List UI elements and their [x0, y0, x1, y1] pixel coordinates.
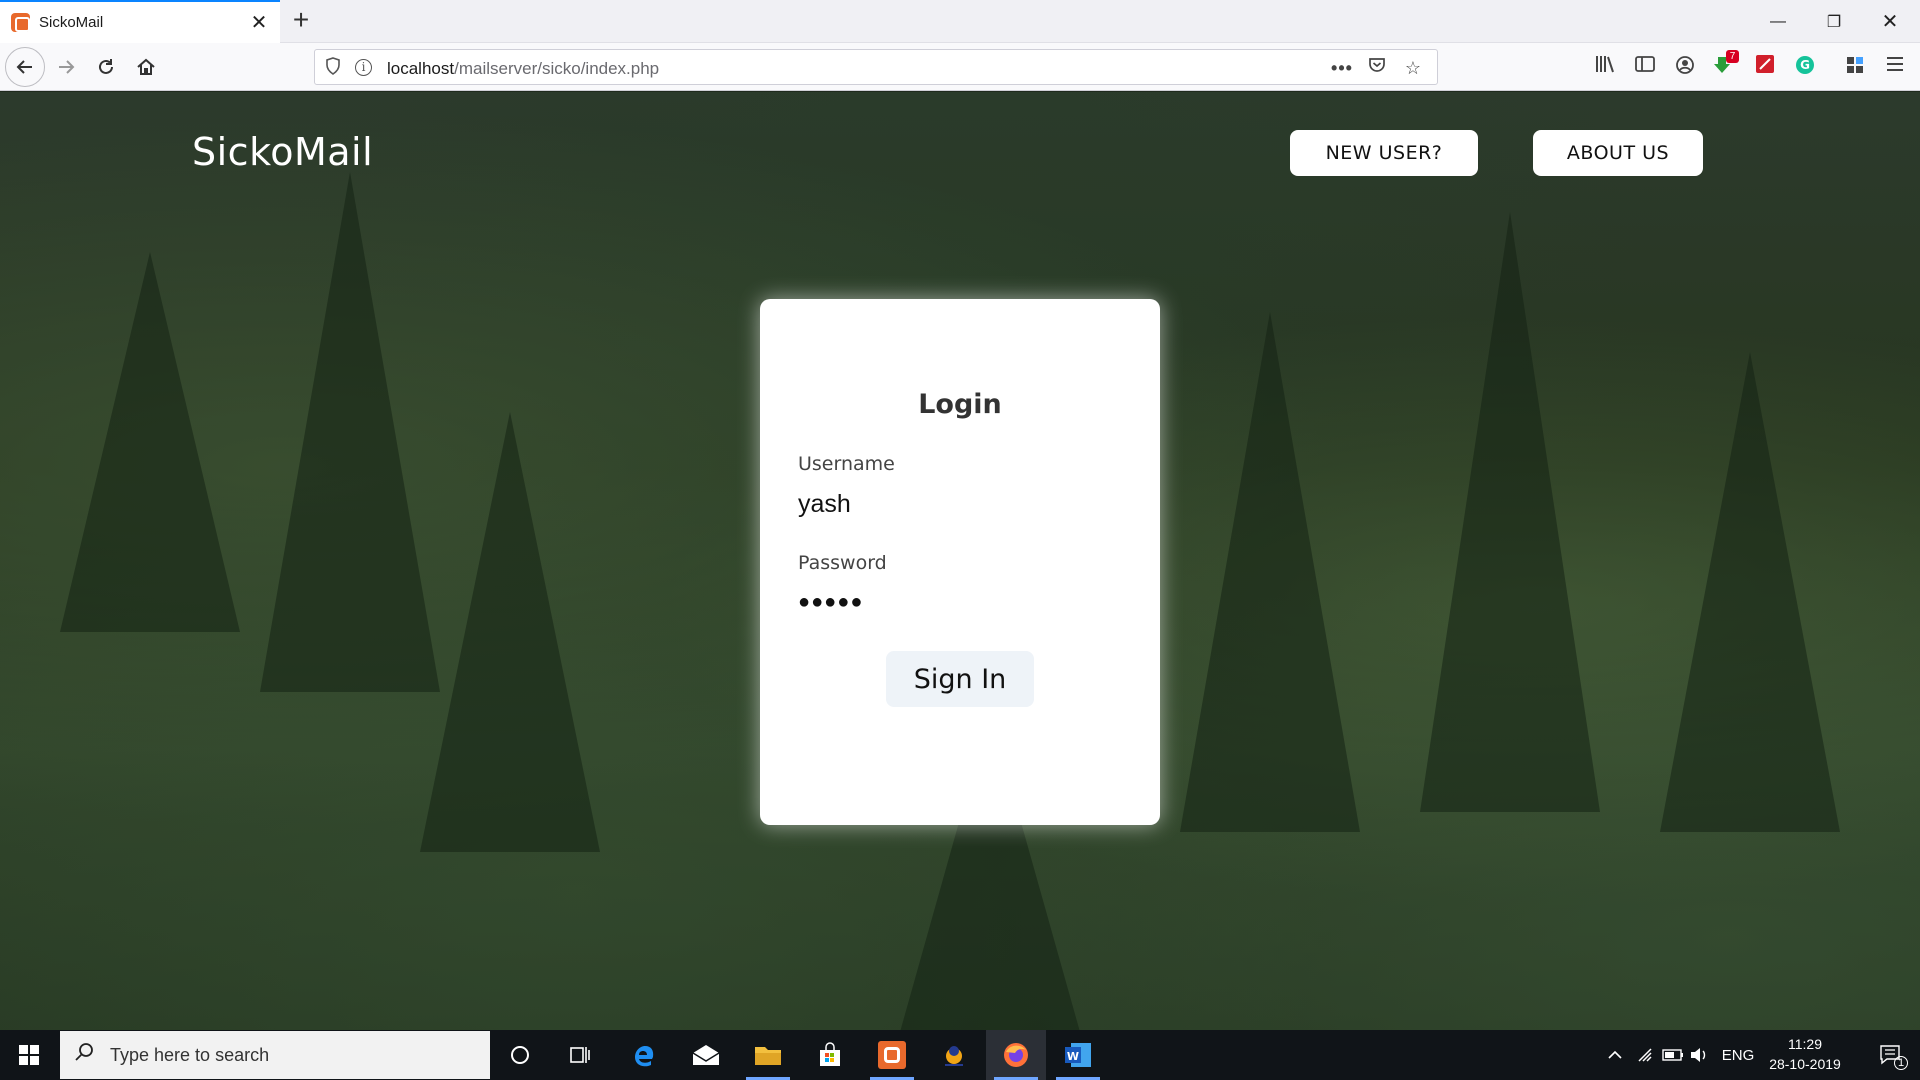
search-icon [74, 1042, 100, 1068]
password-field[interactable]: ●●●●● [798, 585, 1118, 623]
new-user-button[interactable]: NEW USER? [1290, 130, 1478, 176]
tab-title: SickoMail [39, 14, 104, 31]
edge-icon[interactable] [614, 1030, 674, 1080]
pocket-icon[interactable] [1365, 56, 1389, 80]
site-logo[interactable]: SickoMail [192, 130, 373, 174]
system-clock[interactable]: 11:29 28-10-2019 [1760, 1034, 1850, 1074]
url-host: localhost [387, 59, 455, 78]
bookmark-star-icon[interactable]: ☆ [1401, 56, 1425, 80]
restore-window-button[interactable]: ❐ [1806, 0, 1862, 43]
forest-shape [1420, 212, 1600, 812]
start-button[interactable] [0, 1030, 58, 1080]
username-field[interactable] [798, 485, 1118, 523]
minimize-window-button[interactable]: — [1750, 0, 1806, 43]
mail-icon[interactable] [676, 1030, 736, 1080]
wifi-icon[interactable] [1634, 1030, 1660, 1080]
login-heading: Login [918, 389, 1002, 420]
forest-shape [420, 412, 600, 852]
home-icon [137, 58, 155, 75]
forward-button[interactable] [48, 49, 84, 85]
username-label: Username [798, 453, 895, 475]
forest-shape [1660, 352, 1840, 832]
extension-badge: 7 [1726, 50, 1739, 63]
xampp-icon[interactable] [862, 1030, 922, 1080]
battery-icon[interactable] [1660, 1030, 1686, 1080]
arrow-left-icon [16, 60, 32, 74]
url-path: /mailserver/sicko/index.php [454, 59, 660, 78]
notification-count: 1 [1894, 1056, 1908, 1070]
clock-date: 28-10-2019 [1769, 1056, 1841, 1072]
store-icon[interactable] [800, 1030, 860, 1080]
hamburger-menu-icon[interactable] [1882, 54, 1908, 80]
svg-text:W: W [1067, 1050, 1079, 1063]
url-text[interactable]: localhost/mailserver/sicko/index.php [387, 59, 659, 79]
home-button[interactable] [128, 49, 164, 85]
sign-in-button[interactable]: Sign In [886, 651, 1034, 707]
browser-toolbar: i localhost/mailserver/sicko/index.php •… [0, 43, 1920, 91]
word-icon[interactable]: W [1048, 1030, 1108, 1080]
svg-text:G: G [1800, 58, 1810, 72]
account-icon[interactable] [1672, 54, 1698, 80]
grammarly-icon[interactable]: G [1792, 54, 1818, 80]
forest-shape [260, 172, 440, 692]
red-extension-icon[interactable] [1752, 54, 1778, 80]
arrow-right-icon [59, 60, 75, 74]
reload-icon [99, 59, 113, 74]
page-actions-icon[interactable]: ••• [1330, 56, 1354, 80]
address-bar[interactable]: i localhost/mailserver/sicko/index.php •… [314, 49, 1438, 85]
password-label: Password [798, 552, 887, 574]
close-window-button[interactable]: ✕ [1862, 0, 1918, 43]
reload-button[interactable] [88, 49, 124, 85]
windows-logo-icon [19, 1045, 39, 1065]
tab-sickomail[interactable]: SickoMail ✕ [0, 0, 280, 43]
download-extension-icon[interactable]: 7 [1712, 50, 1739, 80]
new-tab-button[interactable]: + [286, 6, 316, 36]
volume-icon[interactable] [1686, 1030, 1712, 1080]
vlc-user-icon[interactable] [924, 1030, 984, 1080]
page-background: SickoMail NEW USER? ABOUT US Login Usern… [0, 92, 1920, 1030]
search-placeholder: Type here to search [110, 1044, 270, 1065]
action-center-notification-icon[interactable]: 1 [1866, 1030, 1916, 1080]
login-card: Login Username Password ●●●●● Sign In [760, 299, 1160, 825]
taskbar: Type here to search W ENG 11:29 28-10-20… [0, 1030, 1920, 1080]
back-button[interactable] [5, 47, 45, 87]
cortana-icon[interactable] [490, 1030, 550, 1080]
input-language[interactable]: ENG [1718, 1030, 1758, 1080]
task-view-icon[interactable] [550, 1030, 610, 1080]
tracking-shield-icon[interactable] [323, 57, 343, 77]
forest-shape [60, 252, 240, 632]
clock-time: 11:29 [1788, 1036, 1822, 1052]
browser-tab-strip: SickoMail ✕ + — ❐ ✕ [0, 0, 1920, 43]
about-us-button[interactable]: ABOUT US [1533, 130, 1703, 176]
close-tab-icon[interactable]: ✕ [248, 10, 270, 35]
site-info-icon[interactable]: i [355, 59, 372, 76]
library-icon[interactable] [1592, 54, 1618, 80]
firefox-icon[interactable] [986, 1030, 1046, 1080]
show-hidden-icons-chevron-up-icon[interactable] [1600, 1030, 1630, 1080]
xampp-favicon-icon [11, 13, 30, 32]
extensions-icon[interactable] [1842, 54, 1868, 80]
file-explorer-icon[interactable] [738, 1030, 798, 1080]
taskbar-search-box[interactable]: Type here to search [60, 1031, 490, 1079]
sidebar-icon[interactable] [1632, 54, 1658, 80]
forest-shape [1180, 312, 1360, 832]
